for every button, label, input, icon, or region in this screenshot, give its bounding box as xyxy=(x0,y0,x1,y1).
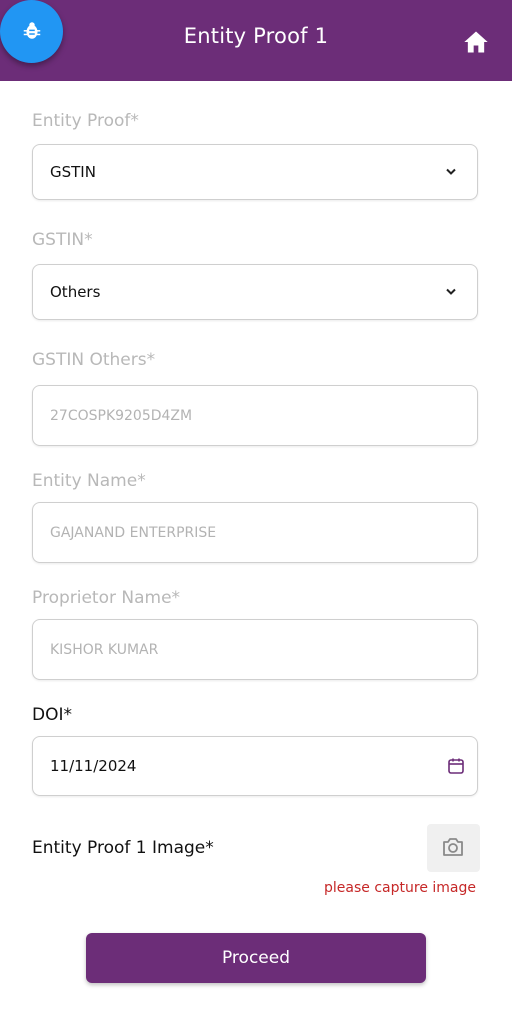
home-icon xyxy=(464,31,488,53)
gstin-others-label: GSTIN Others* xyxy=(32,350,156,370)
entity-proof-value: GSTIN xyxy=(50,163,96,181)
capture-image-button[interactable] xyxy=(427,824,480,872)
entity-proof-select[interactable]: GSTIN xyxy=(32,144,478,200)
app-header: Entity Proof 1 xyxy=(0,0,512,81)
doi-field[interactable]: 11/11/2024 xyxy=(32,736,478,796)
page-title: Entity Proof 1 xyxy=(183,24,329,48)
doi-value: 11/11/2024 xyxy=(50,757,137,775)
proceed-button[interactable]: Proceed xyxy=(86,933,426,983)
entity-name-value: GAJANAND ENTERPRISE xyxy=(50,524,217,541)
gstin-others-value: 27COSPK9205D4ZM xyxy=(50,407,193,424)
chevron-down-icon xyxy=(446,168,456,175)
bug-icon xyxy=(23,22,41,39)
image-error-message: please capture image xyxy=(324,880,476,896)
entity-proof-screen: Entity Proof 1 Entity Proof* GSTIN GSTIN… xyxy=(0,0,512,1024)
gstin-value: Others xyxy=(50,283,101,301)
calendar-icon[interactable] xyxy=(447,757,465,775)
gstin-label: GSTIN* xyxy=(32,230,93,250)
entity-proof-label: Entity Proof* xyxy=(32,111,139,131)
gstin-select[interactable]: Others xyxy=(32,264,478,320)
camera-icon xyxy=(443,838,463,856)
proprietor-name-label: Proprietor Name* xyxy=(32,588,181,608)
entity-name-label: Entity Name* xyxy=(32,471,146,491)
doi-label: DOI* xyxy=(32,705,72,725)
chevron-down-icon xyxy=(446,288,456,295)
home-button[interactable] xyxy=(462,28,490,56)
gstin-others-field[interactable]: 27COSPK9205D4ZM xyxy=(32,385,478,446)
proprietor-name-field[interactable]: KISHOR KUMAR xyxy=(32,619,478,680)
proprietor-name-value: KISHOR KUMAR xyxy=(50,641,159,658)
entity-name-field[interactable]: GAJANAND ENTERPRISE xyxy=(32,502,478,563)
entity-proof-image-label: Entity Proof 1 Image* xyxy=(32,838,214,858)
debug-button[interactable] xyxy=(0,0,63,63)
